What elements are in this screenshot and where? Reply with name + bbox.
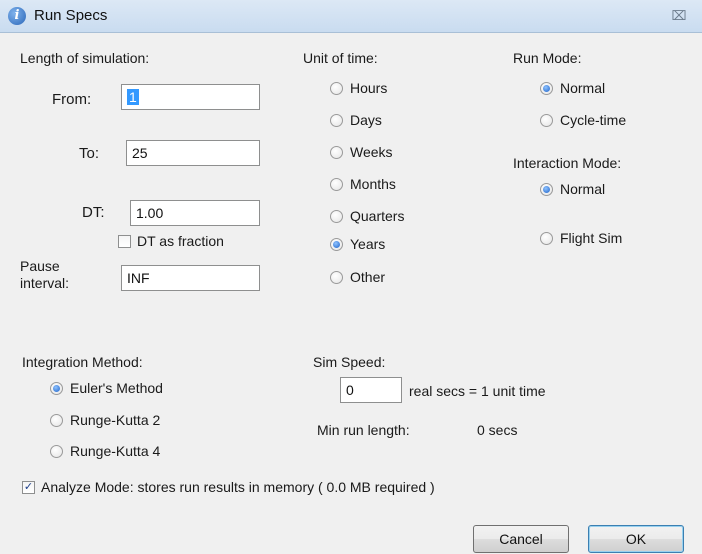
radio-button-icon <box>50 444 63 458</box>
dt-fraction-checkbox[interactable]: DT as fraction <box>118 232 224 250</box>
sim-speed-field[interactable]: 0 <box>340 377 402 403</box>
run-mode-heading: Run Mode: <box>513 50 582 66</box>
to-field[interactable]: 25 <box>126 140 260 166</box>
pause-label-line1: Pause <box>20 258 60 274</box>
run-mode-radio-normal[interactable]: Normal <box>540 78 605 98</box>
unit-of-time-heading: Unit of time: <box>303 50 378 66</box>
radio-button-icon <box>540 231 553 245</box>
interaction-mode-heading: Interaction Mode: <box>513 155 622 171</box>
unit-radio-years[interactable]: Years <box>330 234 385 254</box>
unit-option-label: Other <box>350 269 386 285</box>
min-run-length-label: Min run length: <box>317 422 410 438</box>
integration-radio-runge-kutta-4[interactable]: Runge-Kutta 4 <box>50 441 160 461</box>
unit-radio-quarters[interactable]: Quarters <box>330 206 404 226</box>
pause-label: Pause interval: <box>20 258 69 292</box>
sim-speed-heading: Sim Speed: <box>313 354 386 370</box>
unit-radio-days[interactable]: Days <box>330 110 382 130</box>
integration-option-label: Euler's Method <box>70 380 163 396</box>
unit-option-label: Quarters <box>350 208 405 224</box>
unit-radio-months[interactable]: Months <box>330 174 396 194</box>
run-mode-option-label: Normal <box>560 80 606 96</box>
length-heading: Length of simulation: <box>20 50 150 66</box>
unit-option-label: Hours <box>350 80 388 96</box>
interaction-radio-normal[interactable]: Normal <box>540 179 605 199</box>
from-value: 1 <box>127 89 139 105</box>
radio-button-icon <box>330 81 343 95</box>
radio-button-icon <box>50 381 63 395</box>
interaction-option-label: Flight Sim <box>560 230 623 246</box>
pause-interval-field[interactable]: INF <box>121 265 260 291</box>
window-title: Run Specs <box>34 7 108 24</box>
radio-button-icon <box>330 145 343 159</box>
ok-button[interactable]: OK <box>588 525 684 553</box>
cancel-button[interactable]: Cancel <box>473 525 569 553</box>
unit-radio-other[interactable]: Other <box>330 267 385 287</box>
to-label: To: <box>79 145 100 162</box>
run-mode-radio-cycle-time[interactable]: Cycle-time <box>540 110 626 130</box>
info-icon: i <box>8 7 26 25</box>
analyze-mode-checkbox[interactable]: ✓ Analyze Mode: stores run results in me… <box>22 478 435 496</box>
integration-radio-runge-kutta-2[interactable]: Runge-Kutta 2 <box>50 410 160 430</box>
pause-label-line2: interval: <box>20 275 70 291</box>
radio-button-icon <box>50 413 63 427</box>
from-field[interactable]: 1 <box>121 84 260 110</box>
integration-option-label: Runge-Kutta 4 <box>70 443 161 459</box>
radio-button-icon <box>330 209 343 223</box>
interaction-option-label: Normal <box>560 181 606 197</box>
analyze-mode-label: Analyze Mode: stores run results in memo… <box>41 479 435 495</box>
dt-label: DT: <box>82 204 105 221</box>
unit-option-label: Months <box>350 176 396 192</box>
dt-fraction-check-box-icon <box>118 234 131 248</box>
radio-button-icon <box>540 81 553 95</box>
unit-radio-weeks[interactable]: Weeks <box>330 142 393 162</box>
radio-button-icon <box>330 237 343 251</box>
radio-button-icon <box>330 177 343 191</box>
integration-option-label: Runge-Kutta 2 <box>70 412 161 428</box>
integration-radio-euler-s-method[interactable]: Euler's Method <box>50 378 163 398</box>
close-button[interactable]: ⌧ <box>668 7 690 24</box>
unit-radio-hours[interactable]: Hours <box>330 78 387 98</box>
dt-fraction-label: DT as fraction <box>137 233 224 249</box>
integration-heading: Integration Method: <box>22 354 143 370</box>
from-label: From: <box>52 91 92 108</box>
unit-option-label: Days <box>350 112 382 128</box>
unit-option-label: Years <box>350 236 386 252</box>
radio-button-icon <box>540 182 553 196</box>
analyze-mode-check-icon: ✓ <box>22 480 35 494</box>
title-bar: i Run Specs ⌧ <box>0 0 702 33</box>
radio-button-icon <box>540 113 553 127</box>
unit-option-label: Weeks <box>350 144 393 160</box>
dt-field[interactable]: 1.00 <box>130 200 260 226</box>
min-run-length-value: 0 secs <box>477 422 518 438</box>
radio-button-icon <box>330 113 343 127</box>
sim-speed-suffix: real secs = 1 unit time <box>409 383 546 399</box>
radio-button-icon <box>330 270 343 284</box>
interaction-radio-flight-sim[interactable]: Flight Sim <box>540 228 622 248</box>
run-mode-option-label: Cycle-time <box>560 112 627 128</box>
